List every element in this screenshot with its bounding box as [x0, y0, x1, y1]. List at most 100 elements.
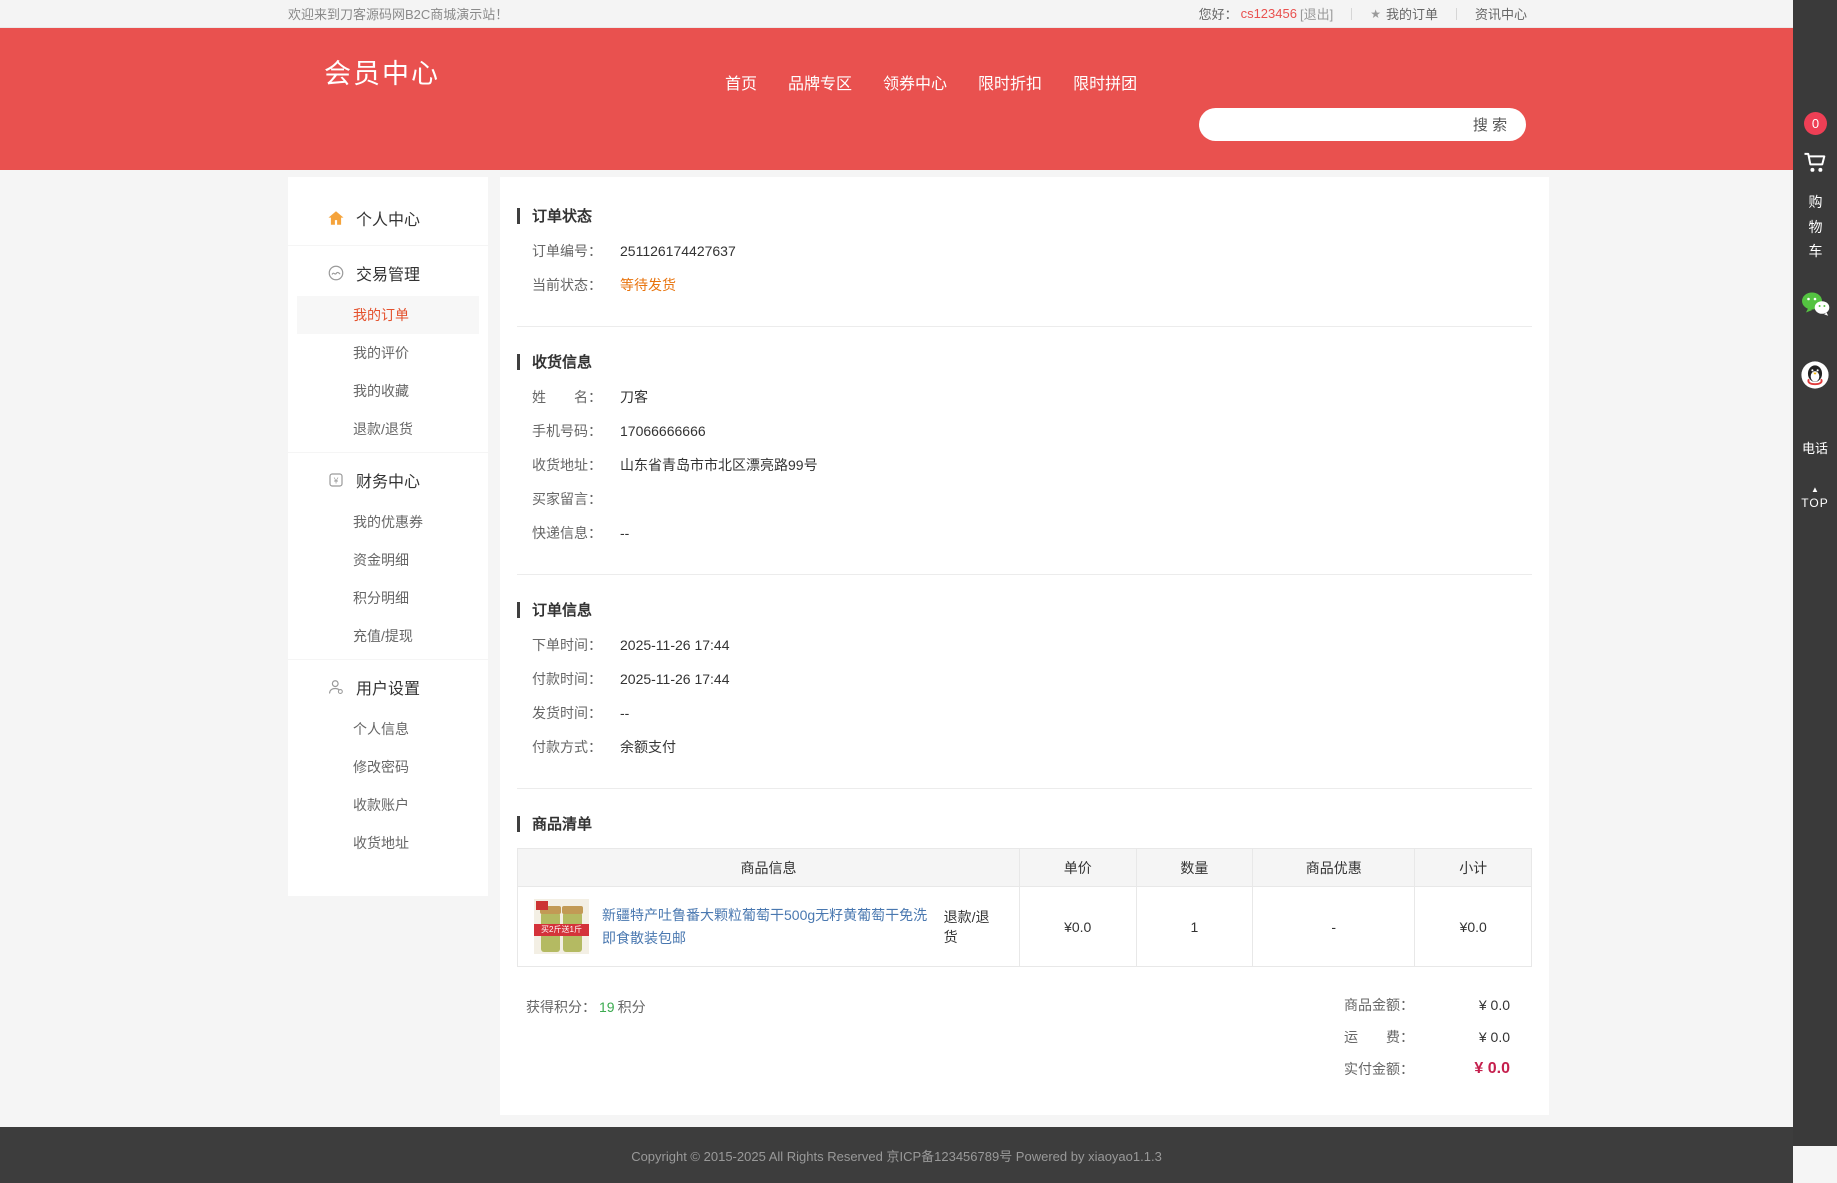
field-label: 收货地址： [532, 458, 620, 472]
nav-coupon-center[interactable]: 领券中心 [881, 68, 949, 96]
title-bar [517, 816, 520, 832]
paid-amount-value: ¥ 0.0 [1414, 1060, 1510, 1078]
section-title-text: 收货信息 [532, 351, 592, 372]
cart-icon[interactable] [1801, 148, 1829, 181]
shipping-fee-row: 运 费： ¥ 0.0 [1344, 1021, 1510, 1053]
sidebar-section-title: 用户设置 [356, 675, 420, 699]
product-image[interactable]: 买2斤送1斤 [534, 899, 589, 954]
site-header: 会员中心 首页 品牌专区 领券中心 限时折扣 限时拼团 搜 索 [0, 28, 1793, 170]
table-header-row: 商品信息 单价 数量 商品优惠 小计 [518, 849, 1532, 887]
sidebar-item-refund-return[interactable]: 退款/退货 [297, 410, 479, 448]
total-label: 商品金额： [1344, 995, 1414, 1015]
unit-price-cell: ¥0.0 [1019, 887, 1136, 967]
nav-home[interactable]: 首页 [723, 68, 759, 96]
site-logo[interactable]: 会员中心 [324, 52, 440, 91]
cart-count-badge: 0 [1804, 112, 1827, 135]
nav-brands[interactable]: 品牌专区 [786, 68, 854, 96]
exchange-icon [327, 264, 345, 282]
sidebar-item-recharge-withdraw[interactable]: 充值/提现 [297, 617, 479, 655]
welcome-text: 欢迎来到刀客源码网B2C商城演示站！ [288, 4, 508, 23]
sidebar-item-fund-details[interactable]: 资金明细 [297, 541, 479, 579]
receiver-name-value: 刀客 [620, 390, 648, 404]
field-label: 付款方式： [532, 740, 620, 754]
points-value: 19 [599, 999, 615, 1015]
promo-banner: 买2斤送1斤 [534, 924, 589, 936]
paid-amount-row: 实付金额： ¥ 0.0 [1344, 1053, 1510, 1085]
divider [1351, 8, 1352, 20]
wechat-icon[interactable] [1799, 288, 1831, 325]
order-number-row: 订单编号： 251126174427637 [532, 234, 1532, 268]
star-icon: ★ [1370, 7, 1381, 21]
phone-label[interactable]: 电话 [1793, 438, 1837, 457]
quantity-cell: 1 [1136, 887, 1253, 967]
back-to-top-button[interactable]: ▲ TOP [1793, 486, 1837, 512]
pay-time-row: 付款时间： 2025-11-26 17:44 [532, 662, 1532, 696]
express-info-row: 快递信息： -- [532, 516, 1532, 550]
col-quantity: 数量 [1136, 849, 1253, 887]
logout-link[interactable]: [退出] [1300, 4, 1333, 23]
points-earned: 获得积分：19积分 [517, 997, 646, 1017]
col-subtotal: 小计 [1415, 849, 1532, 887]
address-value: 山东省青岛市市北区漂亮路99号 [620, 458, 818, 472]
sidebar-item-personal-info[interactable]: 个人信息 [297, 710, 479, 748]
sidebar-section-title: 交易管理 [356, 261, 420, 285]
goods-table: 商品信息 单价 数量 商品优惠 小计 [517, 848, 1532, 967]
top-label: TOP [1801, 496, 1828, 510]
product-title-link[interactable]: 新疆特产吐鲁番大颗粒葡萄干500g无籽黄葡萄干免洗即食散装包邮 [602, 904, 931, 949]
order-time-row: 下单时间： 2025-11-26 17:44 [532, 628, 1532, 662]
sidebar-item-personal-center[interactable]: 个人中心 [288, 195, 488, 241]
search-button[interactable]: 搜 索 [1454, 114, 1526, 135]
pay-time-value: 2025-11-26 17:44 [620, 672, 730, 686]
sidebar-item-payment-account[interactable]: 收款账户 [297, 786, 479, 824]
sidebar-section-trade: 交易管理 我的订单 我的评价 我的收藏 退款/退货 [288, 245, 488, 452]
pay-method-value: 余额支付 [620, 740, 676, 754]
points-unit: 积分 [618, 999, 646, 1015]
section-title-order-info: 订单信息 [517, 599, 1532, 620]
sidebar-item-my-coupons[interactable]: 我的优惠券 [297, 503, 479, 541]
home-icon [327, 209, 345, 227]
express-info-value: -- [620, 526, 629, 540]
sidebar-item-my-favorites[interactable]: 我的收藏 [297, 372, 479, 410]
receiver-name-row: 姓 名： 刀客 [532, 380, 1532, 414]
section-title-text: 商品清单 [532, 813, 592, 834]
order-info-section: 订单信息 下单时间： 2025-11-26 17:44 付款时间： 2025-1… [517, 599, 1532, 764]
divider [517, 574, 1532, 575]
topbar: 欢迎来到刀客源码网B2C商城演示站！ 您好： cs123456 [退出] ★ 我… [0, 0, 1793, 28]
footer: Copyright © 2015-2025 All Rights Reserve… [0, 1127, 1793, 1183]
product-list-section: 商品清单 商品信息 单价 数量 商品优惠 小计 [517, 813, 1532, 967]
goods-amount-value: ¥ 0.0 [1414, 997, 1510, 1013]
page: 欢迎来到刀客源码网B2C商城演示站！ 您好： cs123456 [退出] ★ 我… [0, 0, 1793, 1183]
news-link[interactable]: 资讯中心 [1475, 4, 1527, 23]
ship-time-value: -- [620, 706, 629, 720]
search-input[interactable] [1199, 117, 1454, 133]
yuan-icon: ¥ [327, 471, 345, 489]
divider [517, 788, 1532, 789]
sidebar-item-shipping-address[interactable]: 收货地址 [297, 824, 479, 862]
qq-icon[interactable] [1800, 360, 1830, 395]
goods-amount-row: 商品金额： ¥ 0.0 [1344, 989, 1510, 1021]
field-label: 付款时间： [532, 672, 620, 686]
divider [1456, 8, 1457, 20]
nav-flash-discount[interactable]: 限时折扣 [976, 68, 1044, 96]
sidebar: 个人中心 交易管理 我的订单 我的评价 我的收藏 退款/退货 ¥ 财务中心 我的… [288, 177, 488, 896]
sidebar-item-user-settings[interactable]: 用户设置 [288, 664, 488, 710]
buyer-message-row: 买家留言： [532, 482, 1532, 516]
points-label: 获得积分： [526, 999, 596, 1015]
nav-group-buy[interactable]: 限时拼团 [1071, 68, 1139, 96]
section-title-text: 订单信息 [532, 599, 592, 620]
sidebar-item-my-orders[interactable]: 我的订单 [297, 296, 479, 334]
col-unit-price: 单价 [1019, 849, 1136, 887]
sidebar-item-trade-management[interactable]: 交易管理 [288, 250, 488, 296]
sidebar-item-my-reviews[interactable]: 我的评价 [297, 334, 479, 372]
refund-return-link[interactable]: 退款/退货 [944, 907, 1003, 947]
sidebar-item-finance-center[interactable]: ¥ 财务中心 [288, 457, 488, 503]
sidebar-section-finance: ¥ 财务中心 我的优惠券 资金明细 积分明细 充值/提现 [288, 452, 488, 659]
sidebar-item-points-details[interactable]: 积分明细 [297, 579, 479, 617]
cart-label[interactable]: 购物车 [1808, 190, 1823, 264]
order-summary: 获得积分：19积分 商品金额： ¥ 0.0 运 费： ¥ 0.0 实付金额： ¥… [517, 989, 1532, 1085]
sidebar-item-change-password[interactable]: 修改密码 [297, 748, 479, 786]
username-link[interactable]: cs123456 [1241, 6, 1297, 21]
my-orders-link[interactable]: 我的订单 [1386, 4, 1438, 23]
shipping-info-section: 收货信息 姓 名： 刀客 手机号码： 17066666666 收货地址： 山东省… [517, 351, 1532, 550]
sidebar-section-user: 用户设置 个人信息 修改密码 收款账户 收货地址 [288, 659, 488, 866]
